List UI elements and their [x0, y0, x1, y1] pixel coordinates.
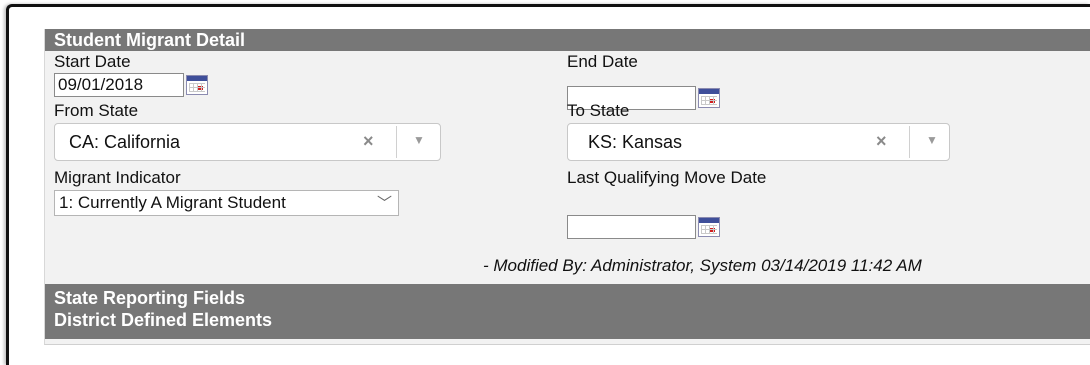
migrant-indicator-value: 1: Currently A Migrant Student — [59, 193, 286, 212]
from-state-clear-icon[interactable]: × — [363, 131, 374, 152]
chevron-down-icon: ﹀ — [376, 195, 392, 212]
migrant-indicator-label: Migrant Indicator — [54, 168, 181, 187]
start-date-calendar-icon[interactable] — [186, 75, 208, 95]
from-state-dropdown-icon[interactable]: ▼ — [413, 133, 425, 147]
last-qualifying-move-date-calendar-icon[interactable] — [698, 217, 720, 237]
student-migrant-detail-panel: Student Migrant Detail Start Date End Da… — [44, 29, 1090, 345]
migrant-indicator-select[interactable]: 1: Currently A Migrant Student ﹀ — [54, 190, 399, 216]
district-defined-elements-header[interactable]: District Defined Elements — [54, 309, 1090, 331]
section-header-student-migrant-detail: Student Migrant Detail — [45, 29, 1090, 51]
to-state-separator — [909, 126, 910, 158]
from-state-label: From State — [54, 101, 139, 120]
to-state-value: KS: Kansas — [588, 132, 683, 152]
last-qualifying-move-date-label: Last Qualifying Move Date — [567, 168, 767, 187]
end-date-calendar-icon[interactable] — [698, 88, 720, 108]
start-date-label: Start Date — [54, 52, 131, 71]
to-state-combobox[interactable]: KS: Kansas × ▼ — [567, 123, 950, 161]
from-state-value: CA: California — [69, 132, 181, 152]
last-qualifying-move-date-input[interactable] — [567, 215, 696, 239]
modified-by-text: - Modified By: Administrator, System 03/… — [483, 256, 922, 275]
collapsed-sections-bar: State Reporting Fields District Defined … — [45, 284, 1090, 339]
to-state-clear-icon[interactable]: × — [876, 131, 887, 152]
state-reporting-fields-header[interactable]: State Reporting Fields — [54, 287, 1090, 309]
from-state-combobox[interactable]: CA: California × ▼ — [54, 123, 441, 161]
from-state-separator — [396, 126, 397, 158]
to-state-label: To State — [567, 101, 630, 120]
start-date-input[interactable] — [54, 73, 184, 97]
to-state-dropdown-icon[interactable]: ▼ — [926, 133, 938, 147]
end-date-label: End Date — [567, 52, 638, 71]
